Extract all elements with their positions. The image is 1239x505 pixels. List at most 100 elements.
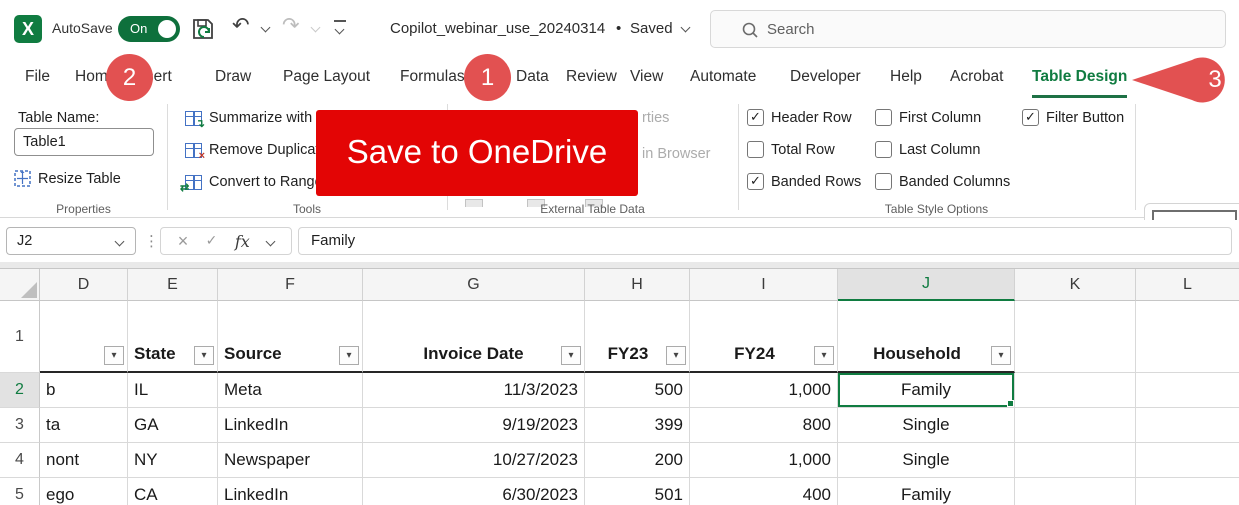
table-header-cell-e1[interactable]: State ▾ xyxy=(128,301,218,373)
last-column-checkbox[interactable]: ✓ xyxy=(875,141,892,158)
cell-l2[interactable] xyxy=(1136,373,1239,408)
tab-help[interactable]: Help xyxy=(890,58,922,98)
excel-logo-icon[interactable]: X xyxy=(14,15,42,43)
fill-handle[interactable] xyxy=(1007,400,1014,407)
table-header-cell-i1[interactable]: FY24 ▾ xyxy=(690,301,838,373)
document-title[interactable]: Copilot_webinar_use_20240314 xyxy=(390,20,605,37)
row-header-1[interactable]: 1 xyxy=(0,301,40,373)
title-chevron-icon[interactable] xyxy=(680,22,691,33)
tab-automate[interactable]: Automate xyxy=(690,58,756,98)
cancel-icon[interactable]: × xyxy=(178,231,189,252)
cell-e3[interactable]: GA xyxy=(128,408,218,443)
cell-k2[interactable] xyxy=(1015,373,1136,408)
header-row-checkbox[interactable]: ✓ xyxy=(747,109,764,126)
remove-duplicates-button[interactable]: × Remove Duplicates xyxy=(185,140,335,162)
cell-i4[interactable]: 1,000 xyxy=(690,443,838,478)
cell-h2[interactable]: 500 xyxy=(585,373,690,408)
formula-input[interactable]: Family xyxy=(298,227,1232,255)
filter-arrow-icon[interactable]: ▾ xyxy=(666,346,686,365)
cell-g5[interactable]: 6/30/2023 xyxy=(363,478,585,505)
banded-rows-checkbox[interactable]: ✓ xyxy=(747,173,764,190)
cell-d5[interactable]: ego xyxy=(40,478,128,505)
tab-view[interactable]: View xyxy=(630,58,663,98)
search-box[interactable] xyxy=(710,10,1226,48)
cell-f4[interactable]: Newspaper xyxy=(218,443,363,478)
cell-g3[interactable]: 9/19/2023 xyxy=(363,408,585,443)
tab-review[interactable]: Review xyxy=(566,58,617,98)
tab-formulas[interactable]: Formulas xyxy=(400,58,465,98)
cell-i2[interactable]: 1,000 xyxy=(690,373,838,408)
autosave-toggle[interactable]: On xyxy=(118,16,180,42)
cell-e4[interactable]: NY xyxy=(128,443,218,478)
cell-g2[interactable]: 11/3/2023 xyxy=(363,373,585,408)
enter-check-icon[interactable]: ✓ xyxy=(206,233,218,249)
insert-function-icon[interactable]: fx xyxy=(235,232,250,251)
table-header-cell-g1[interactable]: Invoice Date ▾ xyxy=(363,301,585,373)
cell-h5[interactable]: 501 xyxy=(585,478,690,505)
total-row-checkbox[interactable]: ✓ xyxy=(747,141,764,158)
undo-chevron-icon[interactable] xyxy=(260,22,271,33)
cell-h3[interactable]: 399 xyxy=(585,408,690,443)
select-all-button[interactable] xyxy=(0,269,40,301)
cell-l5[interactable] xyxy=(1136,478,1239,505)
tab-developer[interactable]: Developer xyxy=(790,58,861,98)
column-header-h[interactable]: H xyxy=(585,269,690,301)
column-header-j-selected[interactable]: J xyxy=(838,269,1015,301)
cell-k4[interactable] xyxy=(1015,443,1136,478)
row-header-4[interactable]: 4 xyxy=(0,443,40,478)
column-header-k[interactable]: K xyxy=(1015,269,1136,301)
tab-draw[interactable]: Draw xyxy=(215,58,251,98)
cell-d2[interactable]: b xyxy=(40,373,128,408)
cell-h4[interactable]: 200 xyxy=(585,443,690,478)
column-header-l[interactable]: L xyxy=(1136,269,1239,301)
formula-bar-drag-handle[interactable]: ⋮ xyxy=(144,232,159,250)
cell-j2-active[interactable]: Family xyxy=(838,373,1015,408)
name-box-chevron-icon[interactable] xyxy=(114,236,125,247)
ribbon-options-icon[interactable] xyxy=(334,20,346,22)
cell-l1[interactable] xyxy=(1136,301,1239,373)
filter-arrow-icon[interactable]: ▾ xyxy=(814,346,834,365)
cell-e5[interactable]: CA xyxy=(128,478,218,505)
cell-k3[interactable] xyxy=(1015,408,1136,443)
save-status[interactable]: Saved xyxy=(630,20,673,37)
table-header-cell-f1[interactable]: Source ▾ xyxy=(218,301,363,373)
cell-j5[interactable]: Family xyxy=(838,478,1015,505)
cell-j3[interactable]: Single xyxy=(838,408,1015,443)
table-header-cell-d1[interactable]: ▾ xyxy=(40,301,128,373)
name-box[interactable]: J2 xyxy=(6,227,136,255)
first-column-checkbox[interactable]: ✓ xyxy=(875,109,892,126)
tab-data[interactable]: Data xyxy=(516,58,549,98)
column-header-d[interactable]: D xyxy=(40,269,128,301)
cell-i5[interactable]: 400 xyxy=(690,478,838,505)
convert-to-range-button[interactable]: ⇄ Convert to Range xyxy=(180,172,323,194)
cell-l4[interactable] xyxy=(1136,443,1239,478)
tab-table-design[interactable]: Table Design xyxy=(1032,58,1128,98)
tab-file[interactable]: File xyxy=(25,58,50,98)
column-header-e[interactable]: E xyxy=(128,269,218,301)
filter-arrow-icon[interactable]: ▾ xyxy=(561,346,581,365)
cell-f3[interactable]: LinkedIn xyxy=(218,408,363,443)
cell-k5[interactable] xyxy=(1015,478,1136,505)
filter-arrow-icon[interactable]: ▾ xyxy=(194,346,214,365)
cell-i3[interactable]: 800 xyxy=(690,408,838,443)
cell-k1[interactable] xyxy=(1015,301,1136,373)
search-input[interactable] xyxy=(767,18,1187,40)
tab-acrobat[interactable]: Acrobat xyxy=(950,58,1003,98)
ribbon-options-chevron-icon[interactable] xyxy=(334,24,345,35)
column-header-g[interactable]: G xyxy=(363,269,585,301)
cell-e2[interactable]: IL xyxy=(128,373,218,408)
cell-f2[interactable]: Meta xyxy=(218,373,363,408)
fx-chevron-icon[interactable] xyxy=(265,236,276,246)
cell-g4[interactable]: 10/27/2023 xyxy=(363,443,585,478)
filter-arrow-icon[interactable]: ▾ xyxy=(339,346,359,365)
column-header-i[interactable]: I xyxy=(690,269,838,301)
banded-columns-checkbox[interactable]: ✓ xyxy=(875,173,892,190)
tab-page-layout[interactable]: Page Layout xyxy=(283,58,370,98)
row-header-3[interactable]: 3 xyxy=(0,408,40,443)
cell-d3[interactable]: ta xyxy=(40,408,128,443)
row-header-5[interactable]: 5 xyxy=(0,478,40,505)
table-name-input[interactable] xyxy=(14,128,154,156)
cell-d4[interactable]: nont xyxy=(40,443,128,478)
row-header-2-selected[interactable]: 2 xyxy=(0,373,40,408)
table-header-cell-j1[interactable]: Household ▾ xyxy=(838,301,1015,373)
